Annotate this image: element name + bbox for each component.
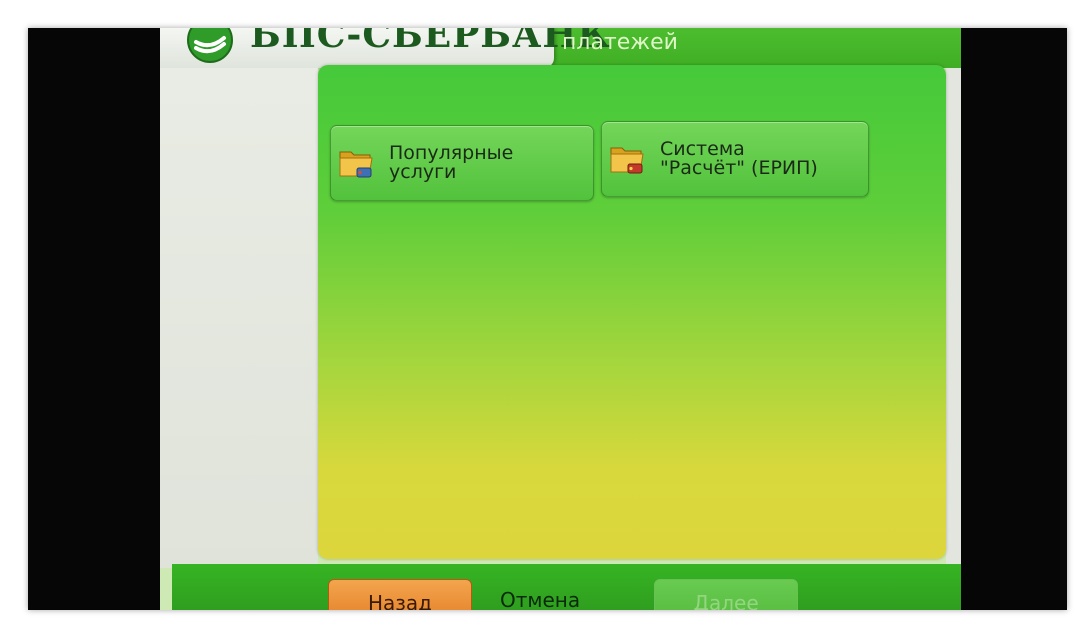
- erip-system-button[interactable]: Система "Расчёт" (ЕРИП): [601, 121, 869, 197]
- tile-label: Популярные услуги: [389, 142, 514, 183]
- bank-logo-icon: [187, 28, 233, 63]
- left-panel: [160, 68, 318, 568]
- page-title: платежей: [562, 30, 678, 55]
- tile-label: Система "Расчёт" (ЕРИП): [660, 138, 818, 179]
- header-bar: БПС-СБЕРБАНК платежей: [160, 28, 961, 68]
- photo-frame: БПС-СБЕРБАНК платежей Популярные услуги: [0, 0, 1075, 621]
- folder-icon: [339, 151, 373, 178]
- cancel-button[interactable]: Отмена: [500, 588, 580, 610]
- folder-icon: [610, 147, 644, 174]
- atm-photo: БПС-СБЕРБАНК платежей Популярные услуги: [28, 28, 1067, 610]
- back-button[interactable]: Назад: [328, 579, 472, 610]
- atm-screen: БПС-СБЕРБАНК платежей Популярные услуги: [160, 28, 961, 610]
- next-button-label: Далее: [693, 591, 759, 610]
- logo-plate: БПС-СБЕРБАНК: [160, 28, 610, 68]
- next-button[interactable]: Далее: [654, 579, 798, 610]
- right-panel: [946, 68, 961, 568]
- popular-services-button[interactable]: Популярные услуги: [330, 125, 594, 201]
- bank-name: БПС-СБЕРБАНК: [250, 28, 612, 56]
- back-button-label: Назад: [367, 591, 432, 610]
